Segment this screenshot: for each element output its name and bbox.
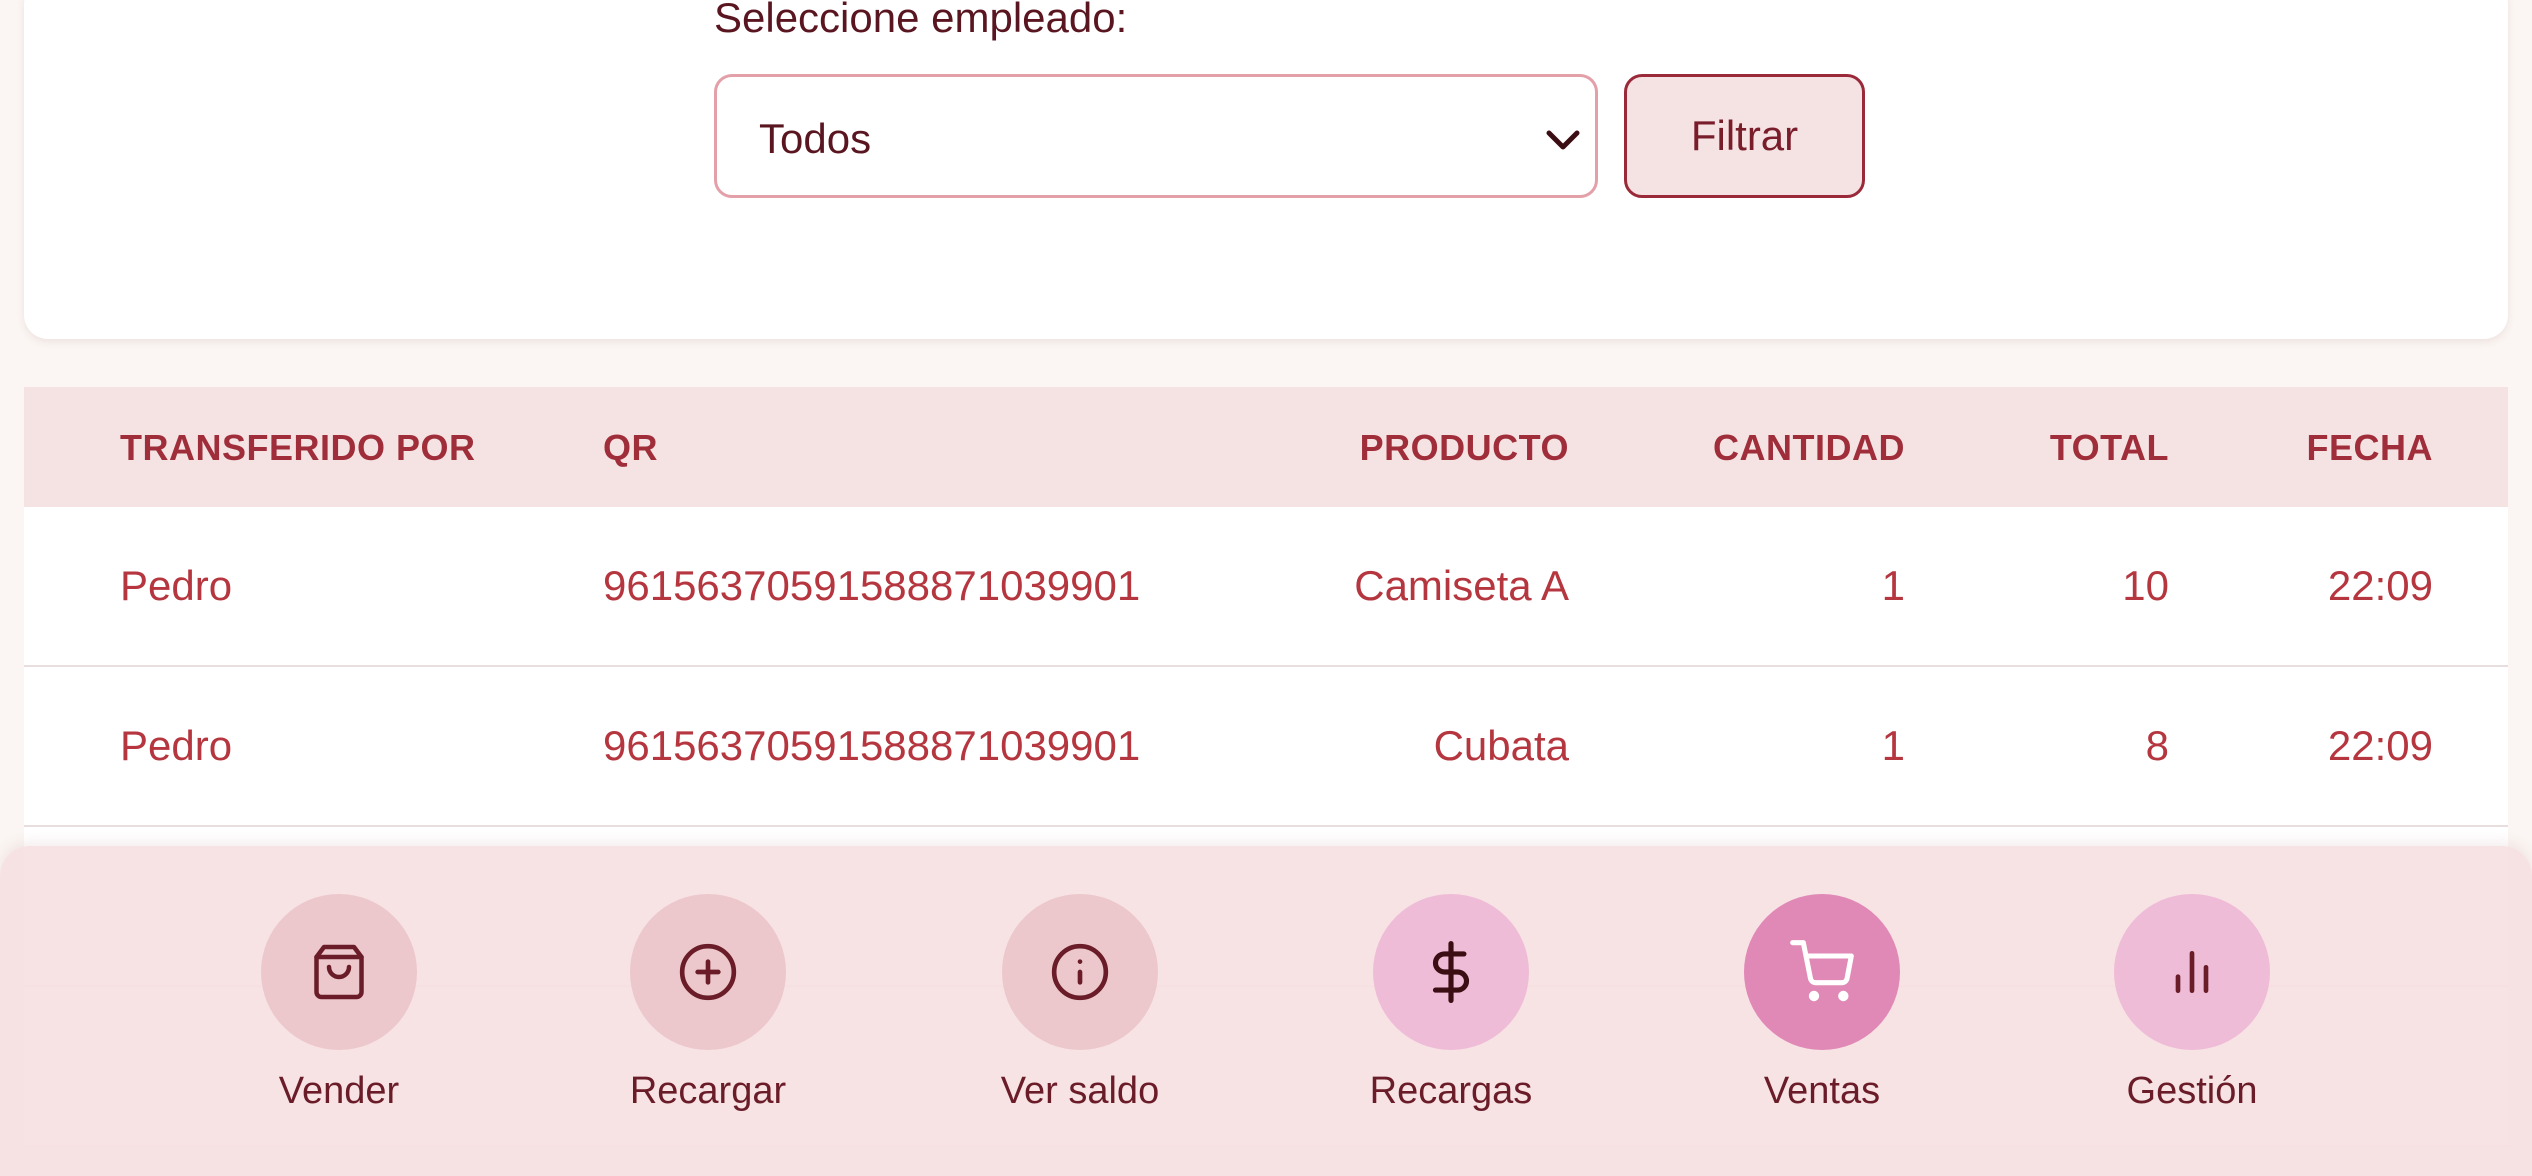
employee-select-value: Todos xyxy=(759,115,872,162)
column-header-fecha[interactable]: FECHA xyxy=(2307,427,2434,469)
cell-qr: 96156370591588871039901 xyxy=(603,722,1141,769)
plus-circle-icon xyxy=(679,943,737,1001)
nav-recargar[interactable]: Recargar xyxy=(598,894,818,1134)
filter-button[interactable]: Filtrar xyxy=(1624,74,1865,198)
nav-ver-saldo[interactable]: Ver saldo xyxy=(970,894,1190,1134)
cart-icon xyxy=(1790,940,1854,1002)
table-header: TRANSFERIDO POR QR PRODUCTO CANTIDAD TOT… xyxy=(24,387,2508,507)
info-circle-icon xyxy=(1051,943,1109,1001)
employee-filter-label: Seleccione empleado: xyxy=(714,0,1128,41)
cell-total: 10 xyxy=(2122,562,2169,609)
nav-recargas[interactable]: Recargas xyxy=(1341,894,1561,1134)
employee-select[interactable]: Todos xyxy=(714,74,1598,198)
bottom-nav: Vender Recargar Ver saldo Recargas Venta… xyxy=(0,846,2532,1176)
nav-recargas-label: Recargas xyxy=(1369,1070,1533,1112)
chevron-down-icon xyxy=(1541,121,1585,166)
nav-recargar-circle[interactable] xyxy=(630,894,786,1050)
nav-ventas-circle[interactable] xyxy=(1744,894,1900,1050)
table-row[interactable]: Pedro 96156370591588871039901 Camiseta A… xyxy=(24,507,2508,667)
nav-gestion-circle[interactable] xyxy=(2114,894,2270,1050)
column-header-cantidad[interactable]: CANTIDAD xyxy=(1713,427,1905,469)
column-header-total[interactable]: TOTAL xyxy=(2050,427,2169,469)
cell-transferido-por: Pedro xyxy=(120,562,233,609)
column-header-transferido-por[interactable]: TRANSFERIDO POR xyxy=(120,427,476,469)
cell-producto: Camiseta A xyxy=(1354,562,1569,609)
cell-producto: Cubata xyxy=(1433,722,1569,769)
nav-vender-circle[interactable] xyxy=(261,894,417,1050)
nav-ver-saldo-circle[interactable] xyxy=(1002,894,1158,1050)
cell-transferido-por: Pedro xyxy=(120,722,233,769)
dollar-icon xyxy=(1432,941,1470,1003)
column-header-qr[interactable]: QR xyxy=(603,427,658,469)
bar-chart-icon xyxy=(2175,951,2209,993)
table-row[interactable]: Pedro 96156370591588871039901 Cubata 1 8… xyxy=(24,667,2508,827)
nav-vender-label: Vender xyxy=(278,1070,400,1112)
nav-gestion-label: Gestión xyxy=(2126,1070,2258,1112)
nav-ventas-label: Ventas xyxy=(1763,1070,1881,1112)
filter-card: Seleccione empleado: Todos Filtrar xyxy=(24,0,2508,339)
nav-vender[interactable]: Vender xyxy=(229,894,449,1134)
nav-ver-saldo-label: Ver saldo xyxy=(1000,1070,1160,1112)
nav-recargar-label: Recargar xyxy=(629,1070,787,1112)
shopping-bag-icon xyxy=(314,944,364,1000)
column-header-producto[interactable]: PRODUCTO xyxy=(1360,427,1569,469)
nav-ventas[interactable]: Ventas xyxy=(1712,894,1932,1134)
nav-gestion[interactable]: Gestión xyxy=(2082,894,2302,1134)
cell-cantidad: 1 xyxy=(1881,562,1905,609)
cell-fecha: 22:09 xyxy=(2327,562,2433,609)
cell-fecha: 22:09 xyxy=(2327,722,2433,769)
cell-qr: 96156370591588871039901 xyxy=(603,562,1141,609)
cell-total: 8 xyxy=(2145,722,2169,769)
nav-recargas-circle[interactable] xyxy=(1373,894,1529,1050)
cell-cantidad: 1 xyxy=(1881,722,1905,769)
